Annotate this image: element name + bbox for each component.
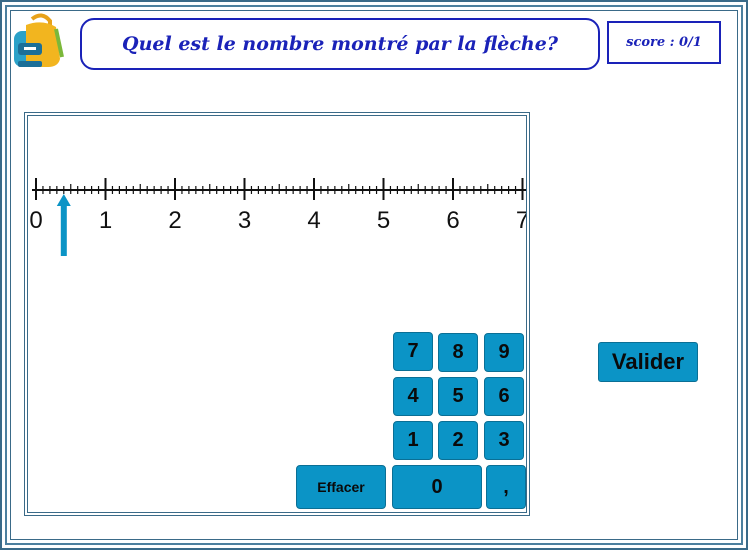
score-box: score : 0/1 bbox=[607, 21, 721, 64]
keypad-key-7[interactable]: 7 bbox=[393, 332, 433, 371]
tick-label: 5 bbox=[377, 207, 390, 234]
tick-label: 0 bbox=[29, 207, 42, 234]
keypad-key-4[interactable]: 4 bbox=[393, 377, 433, 416]
arrow-shaft bbox=[60, 204, 67, 256]
tick-label: 1 bbox=[99, 207, 112, 234]
score-text: score : 0/1 bbox=[626, 35, 702, 50]
key-label: 9 bbox=[498, 341, 510, 363]
submit-label: Valider bbox=[611, 349, 685, 374]
question-text: Quel est le nombre montré par la flèche? bbox=[122, 33, 558, 55]
key-label: 6 bbox=[498, 385, 510, 407]
tick-label: 4 bbox=[307, 207, 320, 234]
exercise-panel: 0 1 2 3 4 5 6 7 7 8 9 4 5 6 1 2 3 Effacer 0 , bbox=[24, 112, 530, 516]
key-label: 2 bbox=[452, 429, 464, 451]
number-line: 0 1 2 3 4 5 6 7 bbox=[29, 178, 527, 256]
tick-label: 6 bbox=[446, 207, 459, 234]
keypad-key-3[interactable]: 3 bbox=[484, 421, 524, 460]
tick-label: 3 bbox=[238, 207, 251, 234]
key-label: 5 bbox=[452, 385, 464, 407]
key-label: 1 bbox=[407, 429, 419, 451]
keypad-key-2[interactable]: 2 bbox=[438, 421, 478, 460]
clear-button[interactable]: Effacer bbox=[296, 465, 386, 509]
key-label: 8 bbox=[452, 341, 464, 363]
backpack-icon bbox=[14, 13, 64, 67]
key-label: 3 bbox=[498, 429, 510, 451]
keypad-key-8[interactable]: 8 bbox=[438, 333, 478, 372]
tick-label: 2 bbox=[168, 207, 181, 234]
keypad-key-6[interactable]: 6 bbox=[484, 377, 524, 416]
submit-button[interactable]: Valider bbox=[598, 342, 698, 382]
key-label: 4 bbox=[407, 385, 419, 407]
keypad-key-5[interactable]: 5 bbox=[438, 377, 478, 416]
keypad-key-9[interactable]: 9 bbox=[484, 333, 524, 372]
arrow-up-icon bbox=[56, 194, 71, 206]
key-label: 0 bbox=[431, 475, 443, 498]
keypad-key-comma[interactable]: , bbox=[486, 465, 526, 509]
clear-label: Effacer bbox=[317, 479, 365, 495]
key-label: 7 bbox=[407, 340, 419, 362]
keypad-key-1[interactable]: 1 bbox=[393, 421, 433, 460]
key-label: , bbox=[503, 475, 509, 498]
tick-label: 7 bbox=[516, 207, 527, 234]
question-banner: Quel est le nombre montré par la flèche? bbox=[80, 18, 600, 70]
keypad-key-0[interactable]: 0 bbox=[392, 465, 482, 509]
